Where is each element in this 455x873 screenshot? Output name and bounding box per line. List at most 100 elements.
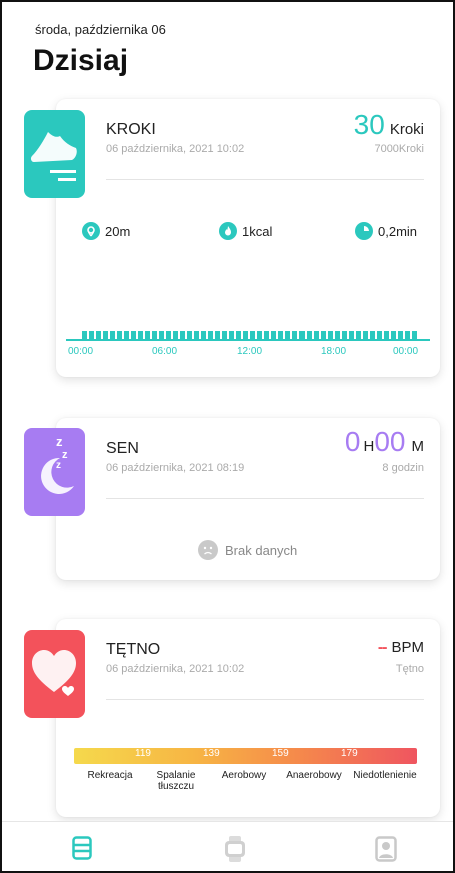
sneaker-icon	[30, 132, 77, 181]
flame-icon	[219, 222, 237, 240]
activity-bar	[187, 331, 193, 339]
heart-title: TĘTNO	[106, 641, 161, 658]
heart-unit: BPM	[391, 639, 424, 656]
activity-bar	[194, 331, 200, 339]
activity-bar	[138, 331, 144, 339]
page-title: Dzisiaj	[33, 44, 129, 77]
activity-bar	[278, 331, 284, 339]
time-label-4: 00:00	[393, 346, 419, 357]
activity-bar	[376, 331, 382, 339]
activity-bar	[334, 331, 340, 339]
activity-bar	[89, 331, 95, 339]
activity-bar	[222, 331, 228, 339]
zone-spalanie: Spalanie tłuszczu	[156, 770, 196, 792]
today-icon[interactable]	[72, 836, 92, 865]
sleep-title: SEN	[106, 440, 139, 457]
activity-bar	[397, 331, 403, 339]
sleep-date: 06 października, 2021 08:19	[106, 462, 245, 474]
activity-bar	[292, 331, 298, 339]
sleep-hours-value: 0	[344, 426, 361, 457]
steps-value: 30	[353, 109, 385, 140]
activity-bar	[82, 331, 88, 339]
sleep-empty-text: Brak danych	[225, 542, 298, 558]
activity-bar	[110, 331, 116, 339]
threshold-179: 179	[341, 748, 358, 759]
activity-bar	[264, 331, 270, 339]
sleep-card[interactable]: SEN 06 października, 2021 08:19 0 H 00 M…	[56, 418, 440, 580]
steps-card[interactable]: KROKI 06 października, 2021 10:02 30 Kro…	[56, 99, 440, 377]
moon-icon: z z z	[41, 434, 74, 494]
time-label-1: 06:00	[152, 346, 178, 357]
steps-date: 06 października, 2021 10:02	[106, 143, 245, 155]
clock-icon	[355, 222, 373, 240]
duration-value: 0,2min	[378, 223, 418, 239]
activity-bar	[390, 331, 396, 339]
heart-sub: Tętno	[395, 663, 424, 675]
zone-anaerobowy: Anaerobowy	[286, 770, 342, 781]
activity-bar	[404, 331, 410, 339]
steps-goal: 7000Kroki	[374, 143, 424, 155]
zone-niedotlenienie: Niedotlenienie	[353, 770, 417, 781]
activity-bar	[180, 331, 186, 339]
steps-badge	[24, 110, 85, 198]
activity-bar	[271, 331, 277, 339]
zone-aerobowy: Aerobowy	[221, 770, 267, 781]
activity-bar	[411, 331, 417, 339]
svg-text:z: z	[62, 449, 68, 461]
distance-value: 20m	[105, 223, 131, 239]
heart-zone-bar: 119 139 159 179	[74, 748, 417, 764]
activity-bar	[208, 331, 214, 339]
sad-face-icon	[198, 540, 218, 560]
activity-bar	[369, 331, 375, 339]
activity-bar	[250, 331, 256, 339]
activity-bar	[131, 331, 137, 339]
activity-bar	[243, 331, 249, 339]
activity-bar	[236, 331, 242, 339]
calories-value: 1kcal	[242, 223, 273, 239]
zone-rekreacja: Rekreacja	[87, 770, 133, 781]
activity-bar	[355, 331, 361, 339]
calories-stat: 1kcal	[219, 222, 272, 240]
heart-rate-card[interactable]: TĘTNO 06 października, 2021 10:02 -- BPM…	[56, 619, 440, 817]
activity-bar	[166, 331, 172, 339]
activity-bar	[159, 331, 165, 339]
sleep-minutes-value: 00	[374, 426, 406, 457]
activity-bar	[285, 331, 291, 339]
heart-value-group: -- BPM	[378, 639, 424, 657]
steps-chart-axis	[66, 339, 430, 341]
current-date: środa, października 06	[35, 22, 166, 37]
time-label-3: 18:00	[321, 346, 347, 357]
threshold-139: 139	[203, 748, 220, 759]
activity-bar	[145, 331, 151, 339]
sleep-badge: z z z	[24, 428, 85, 516]
activity-bar	[362, 331, 368, 339]
activity-bar	[229, 331, 235, 339]
steps-divider	[106, 179, 424, 180]
activity-bar	[117, 331, 123, 339]
activity-bar	[299, 331, 305, 339]
heart-date: 06 października, 2021 10:02	[106, 663, 245, 675]
sleep-minutes-unit: M	[411, 438, 425, 455]
profile-icon[interactable]	[375, 836, 397, 867]
svg-text:z: z	[56, 434, 63, 449]
location-pin-icon	[82, 222, 100, 240]
activity-bar	[383, 331, 389, 339]
activity-bar	[96, 331, 102, 339]
distance-stat: 20m	[82, 222, 130, 240]
svg-text:z: z	[56, 460, 61, 471]
steps-unit: Kroki	[389, 121, 424, 138]
activity-bar	[306, 331, 312, 339]
sleep-divider	[106, 498, 424, 499]
sleep-empty-state: Brak danych	[198, 540, 297, 560]
steps-title: KROKI	[106, 121, 156, 138]
activity-bar	[348, 331, 354, 339]
time-label-0: 00:00	[68, 346, 94, 357]
watch-icon[interactable]	[224, 836, 246, 867]
activity-bar	[320, 331, 326, 339]
heart-divider	[106, 699, 424, 700]
heart-icon	[32, 650, 76, 696]
steps-value-group: 30 Kroki	[354, 109, 424, 141]
heart-value: --	[377, 639, 388, 656]
activity-bar	[124, 331, 130, 339]
activity-bar	[152, 331, 158, 339]
